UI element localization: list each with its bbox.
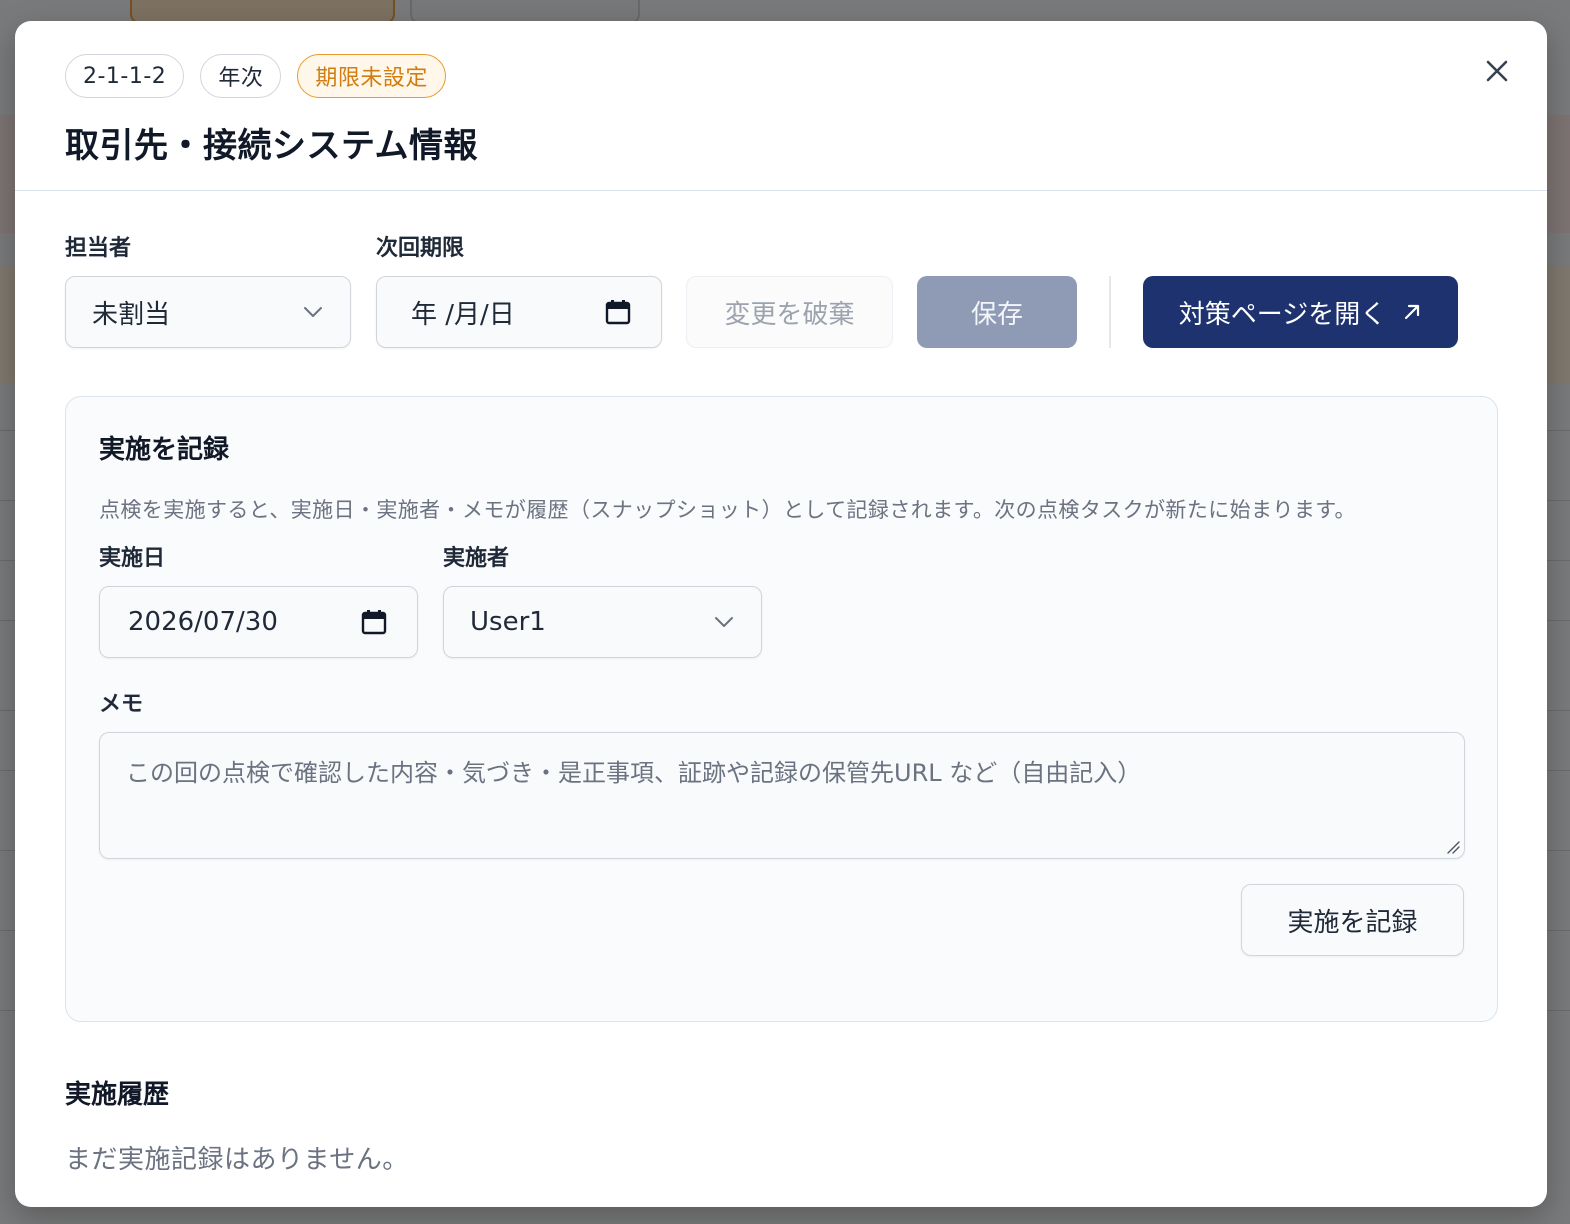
assignee-field: 担当者 未割当 [65, 230, 351, 348]
discard-changes-button[interactable]: 変更を破棄 [686, 276, 893, 348]
frequency-chip: 年次 [200, 54, 282, 98]
deadline-field: 次回期限 年 /月/日 [376, 230, 662, 348]
execution-date-label: 実施日 [99, 546, 166, 571]
history-section-title: 実施履歴 [65, 1080, 170, 1110]
task-detail-modal: 2-1-1-2 年次 期限未設定 取引先・接続システム情報 担当者 未割当 次回… [15, 21, 1547, 1207]
deadline-label: 次回期限 [376, 236, 465, 261]
deadline-date-input[interactable]: 年 /月/日 [376, 276, 662, 348]
chevron-down-icon [302, 301, 324, 323]
memo-placeholder: この回の点検で確認した内容・気づき・是正事項、証跡や記録の保管先URL など（自… [126, 759, 1142, 787]
external-arrow-icon [1405, 304, 1420, 320]
execution-date-value: 2026/07/30 [128, 607, 278, 637]
assignee-select[interactable]: 未割当 [65, 276, 351, 348]
execution-date-input[interactable]: 2026/07/30 [99, 586, 418, 658]
deadline-status-badge: 期限未設定 [297, 54, 446, 98]
resize-handle-icon[interactable] [1446, 840, 1460, 854]
toolbar-divider [1109, 276, 1111, 348]
record-actions: 実施を記録 [99, 884, 1464, 956]
modal-body: 担当者 未割当 次回期限 年 /月/日 変更を破棄 保存 対策ページを開く 実施… [15, 233, 1547, 1176]
performer-field: 実施者 User1 [443, 540, 762, 658]
record-execution-card: 実施を記録 点検を実施すると、実施日・実施者・メモが履歴（スナップショット）とし… [65, 396, 1498, 1022]
execution-date-field: 実施日 2026/07/30 [99, 540, 418, 658]
record-execution-button[interactable]: 実施を記録 [1241, 884, 1464, 956]
assignee-select-value: 未割当 [92, 299, 171, 330]
close-icon [1486, 60, 1508, 82]
task-controls-row: 担当者 未割当 次回期限 年 /月/日 変更を破棄 保存 対策ページを開く [65, 233, 1497, 348]
task-id-chip: 2-1-1-2 [65, 54, 185, 98]
memo-label: メモ [99, 692, 144, 717]
performer-label: 実施者 [443, 546, 510, 571]
chip-group: 2-1-1-2 年次 期限未設定 [65, 54, 1497, 98]
performer-select[interactable]: User1 [443, 586, 762, 658]
record-fields-row: 実施日 2026/07/30 実施者 User1 [99, 540, 1464, 658]
assignee-label: 担当者 [65, 236, 132, 261]
save-button[interactable]: 保存 [917, 276, 1077, 348]
record-description: 点検を実施すると、実施日・実施者・メモが履歴（スナップショット）として記録されま… [99, 498, 1356, 522]
close-button[interactable] [1477, 51, 1517, 91]
modal-title: 取引先・接続システム情報 [65, 126, 478, 166]
calendar-icon[interactable] [361, 609, 387, 635]
memo-textarea[interactable]: この回の点検で確認した内容・気づき・是正事項、証跡や記録の保管先URL など（自… [99, 732, 1465, 859]
open-countermeasure-page-label: 対策ページを開く [1178, 299, 1387, 330]
performer-select-value: User1 [470, 607, 546, 637]
modal-header: 2-1-1-2 年次 期限未設定 取引先・接続システム情報 [15, 21, 1547, 191]
chevron-down-icon [713, 611, 735, 633]
deadline-date-value: 年 /月/日 [411, 299, 515, 330]
calendar-icon[interactable] [605, 299, 631, 325]
open-countermeasure-page-button[interactable]: 対策ページを開く [1143, 276, 1458, 348]
record-section-title: 実施を記録 [99, 435, 230, 465]
history-empty-message: まだ実施記録はありません。 [65, 1145, 409, 1175]
